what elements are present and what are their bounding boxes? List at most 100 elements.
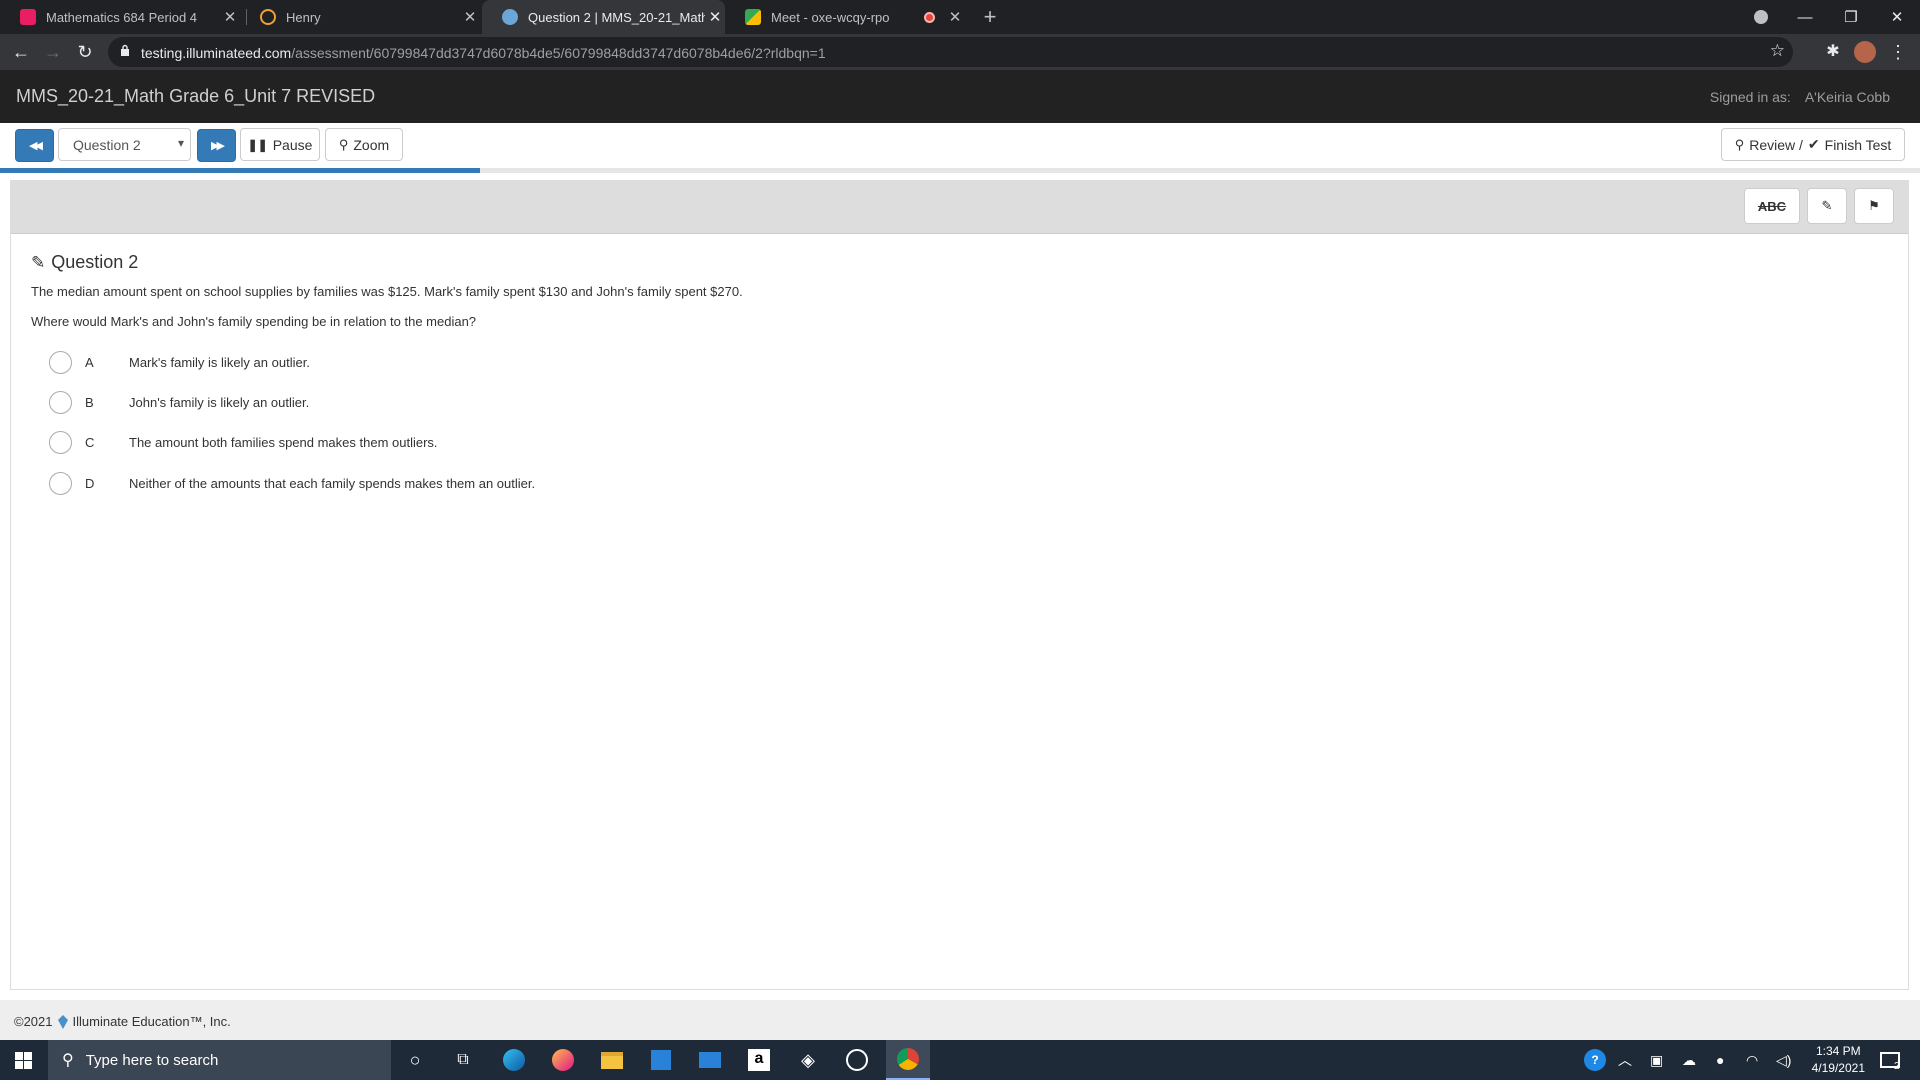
help-icon[interactable]: ? — [1584, 1040, 1606, 1080]
search-icon: ⚲ — [62, 1052, 74, 1069]
onedrive-icon[interactable]: ☁ — [1682, 1040, 1696, 1080]
check-icon: ✔ — [1807, 136, 1820, 152]
radio-button[interactable] — [49, 430, 72, 454]
answer-option-c[interactable]: C The amount both families spend makes t… — [49, 430, 438, 454]
next-question-button[interactable]: ▶▶ — [197, 129, 236, 162]
option-letter: D — [85, 475, 95, 491]
amazon-icon[interactable]: a — [739, 1040, 779, 1080]
windows-start-icon[interactable] — [0, 1040, 46, 1080]
system-clock[interactable]: 1:34 PM 4/19/2021 — [1812, 1043, 1865, 1077]
flag-icon: ⚑ — [1868, 198, 1880, 213]
device-icon[interactable]: ▣ — [1650, 1040, 1663, 1080]
task-view-icon[interactable]: ⧉ — [443, 1040, 483, 1080]
question-select-value: Question 2 — [73, 137, 141, 153]
review-finish-button[interactable]: ⚲ Review / ✔ Finish Test — [1721, 128, 1905, 161]
clock-time: 1:34 PM — [1815, 1044, 1861, 1058]
close-tab-icon[interactable]: ✕ — [945, 8, 965, 26]
tab-title: Mathematics 684 Period 4 — [46, 9, 198, 25]
answer-option-a[interactable]: A Mark's family is likely an outlier. — [49, 350, 310, 374]
close-window-icon[interactable]: ✕ — [1874, 0, 1920, 34]
edit-icon: ✎ — [1821, 198, 1833, 213]
file-explorer-icon[interactable] — [592, 1040, 632, 1080]
clock-date: 4/19/2021 — [1811, 1061, 1865, 1075]
store-icon[interactable] — [641, 1040, 681, 1080]
browser-toolbar: ← → ↻ testing.illuminateed.com/assessmen… — [0, 34, 1920, 70]
minimize-icon[interactable]: — — [1782, 0, 1828, 34]
close-tab-icon[interactable]: ✕ — [220, 8, 240, 26]
zoom-label: Zoom — [353, 136, 390, 153]
close-tab-icon[interactable]: ✕ — [705, 8, 725, 26]
radio-button[interactable] — [49, 350, 72, 374]
lock-icon — [121, 44, 129, 56]
firefox-icon[interactable] — [543, 1040, 583, 1080]
radio-button[interactable] — [49, 390, 72, 414]
question-select[interactable]: Question 2 ▾ — [58, 128, 191, 161]
recording-icon — [924, 11, 935, 23]
pause-label: Pause — [272, 136, 313, 153]
signed-in-label: Signed in as: — [1709, 89, 1791, 105]
dropbox-icon[interactable]: ◈ — [788, 1040, 828, 1080]
copyright: ©2021 Illuminate Education™, Inc. — [14, 1014, 231, 1029]
windows-taskbar: ⚲ Type here to search ○ ⧉ a ◈ ? ︿ ▣ ☁ ● … — [0, 1040, 1920, 1080]
question-panel: ABC ✎ ⚑ ✎ Question 2 The median amount s… — [10, 180, 1909, 990]
avatar[interactable] — [1853, 40, 1877, 64]
flag-button[interactable]: ⚑ — [1854, 188, 1894, 224]
pause-button[interactable]: ❚❚ Pause — [240, 128, 320, 161]
browser-tab-strip: Mathematics 684 Period 4 ✕ Henry ✕ Quest… — [0, 0, 1920, 34]
option-text: Mark's family is likely an outlier. — [129, 354, 310, 370]
tools-header: ABC ✎ ⚑ — [11, 181, 1908, 234]
search-icon: ⚲ — [338, 136, 349, 152]
tab-henry[interactable]: Henry ✕ — [240, 0, 480, 34]
mail-icon[interactable] — [690, 1040, 730, 1080]
search-icon: ⚲ — [1734, 136, 1745, 152]
tab-question[interactable]: Question 2 | MMS_20-21_Math G ✕ — [482, 0, 725, 34]
forward-icon[interactable]: → — [41, 40, 65, 64]
tab-mathematics[interactable]: Mathematics 684 Period 4 ✕ — [0, 0, 240, 34]
illuminate-icon — [502, 9, 518, 25]
signed-in-info: Signed in as: A'Keiria Cobb — [1710, 89, 1890, 105]
progress-bar — [0, 168, 1920, 173]
microphone-icon[interactable]: ● — [1716, 1040, 1724, 1080]
notification-center-icon[interactable]: 2 — [1880, 1040, 1900, 1080]
question-text-1: The median amount spent on school suppli… — [31, 284, 743, 299]
back-icon[interactable]: ← — [9, 40, 33, 64]
chevron-up-icon[interactable]: ︿ — [1618, 1040, 1632, 1080]
tab-meet[interactable]: Meet - oxe-wcqy-rpo ✕ — [725, 0, 965, 34]
notepad-button[interactable]: ✎ — [1807, 188, 1847, 224]
radio-button[interactable] — [49, 471, 72, 495]
chrome-menu-icon[interactable]: ⋮ — [1886, 40, 1910, 64]
user-icon — [260, 9, 276, 25]
taskbar-search[interactable]: ⚲ Type here to search — [48, 1040, 391, 1080]
copyright-year: ©2021 — [14, 1014, 53, 1029]
user-name: A'Keiria Cobb — [1804, 89, 1890, 105]
reload-icon[interactable]: ↻ — [73, 40, 97, 64]
question-text-2: Where would Mark's and John's family spe… — [31, 314, 477, 329]
answer-option-d[interactable]: D Neither of the amounts that each famil… — [49, 471, 535, 495]
extensions-icon[interactable]: ✱ — [1821, 40, 1845, 64]
fast-forward-icon: ▶▶ — [211, 140, 225, 152]
address-bar[interactable]: testing.illuminateed.com/assessment/6079… — [108, 37, 1793, 67]
volume-icon[interactable]: ◁) — [1776, 1040, 1791, 1080]
bookmark-star-icon[interactable]: ☆ — [1770, 41, 1785, 61]
strikethrough-button[interactable]: ABC — [1744, 188, 1800, 224]
edge-icon[interactable] — [494, 1040, 534, 1080]
new-tab-icon[interactable]: + — [978, 5, 1002, 29]
answer-option-b[interactable]: B John's family is likely an outlier. — [49, 390, 309, 414]
zoom-button[interactable]: ⚲ Zoom — [325, 128, 403, 161]
chrome-icon[interactable] — [886, 1040, 930, 1080]
url-text: testing.illuminateed.com/assessment/6079… — [141, 45, 826, 61]
option-text: Neither of the amounts that each family … — [129, 475, 536, 491]
profile-menu-icon[interactable] — [1738, 0, 1784, 34]
cortana-icon[interactable]: ○ — [395, 1040, 435, 1080]
close-tab-icon[interactable]: ✕ — [460, 8, 480, 26]
illuminate-logo-icon — [57, 1014, 68, 1029]
company-name: Illuminate Education™, Inc. — [72, 1014, 231, 1029]
previous-question-button[interactable]: ◀◀ — [15, 129, 54, 162]
meet-icon — [745, 9, 761, 25]
question-heading: ✎ Question 2 — [31, 252, 138, 273]
progress-fill — [0, 168, 480, 173]
restore-icon[interactable]: ❐ — [1828, 0, 1874, 34]
rewind-icon: ◀◀ — [29, 140, 43, 152]
app-icon[interactable] — [837, 1040, 877, 1080]
wifi-icon[interactable]: ◠ — [1746, 1040, 1758, 1080]
